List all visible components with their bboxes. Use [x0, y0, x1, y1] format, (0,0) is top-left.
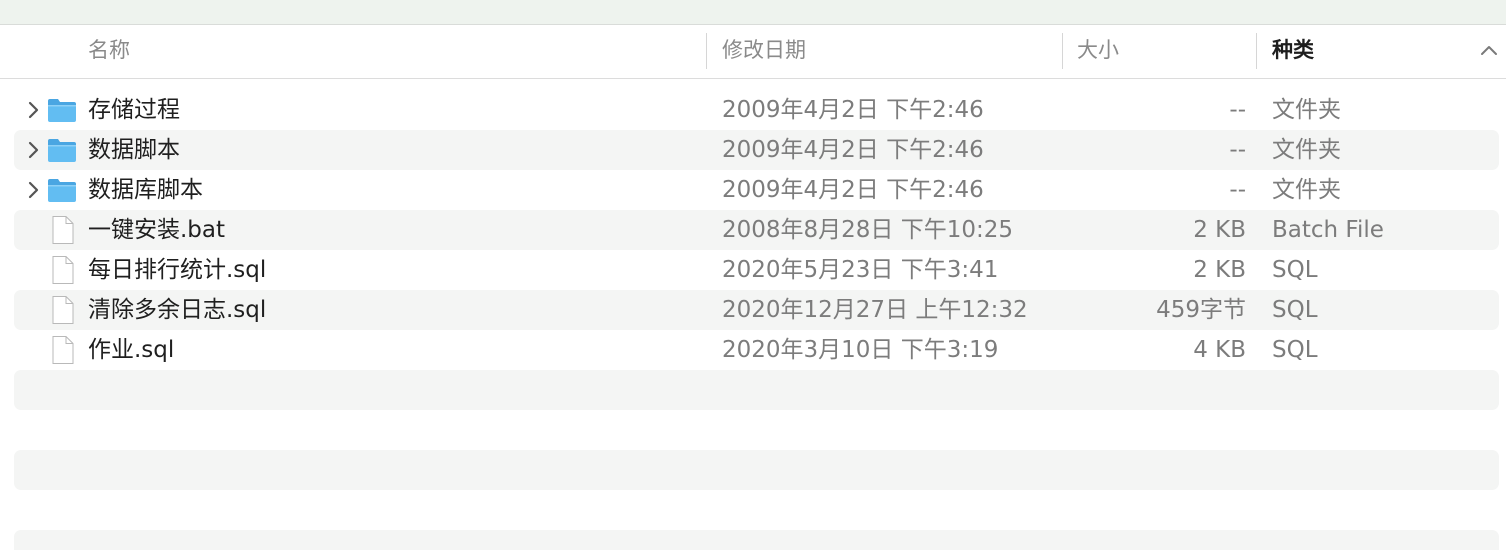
list-item[interactable]: 每日排行统计.sql 2020年5月23日 下午3:41 2 KB SQL [14, 250, 1499, 290]
file-name: 数据脚本 [88, 137, 180, 163]
file-kind: Batch File [1272, 217, 1384, 243]
list-item[interactable]: 存储过程 2009年4月2日 下午2:46 -- 文件夹 [14, 90, 1499, 130]
modified-date: 2009年4月2日 下午2:46 [722, 137, 984, 163]
file-name: 存储过程 [88, 97, 180, 123]
file-name: 清除多余日志.sql [88, 297, 267, 323]
folder-icon [48, 179, 76, 202]
file-size: 2 KB [1193, 217, 1246, 243]
modified-date: 2009年4月2日 下午2:46 [722, 97, 984, 123]
column-divider[interactable] [1062, 33, 1063, 69]
file-name: 每日排行统计.sql [88, 257, 267, 283]
file-kind: 文件夹 [1272, 97, 1341, 123]
file-kind: SQL [1272, 257, 1318, 283]
empty-row-stripe [14, 530, 1499, 550]
modified-date: 2020年12月27日 上午12:32 [722, 297, 1028, 323]
modified-date: 2020年5月23日 下午3:41 [722, 257, 999, 283]
list-item[interactable]: 数据脚本 2009年4月2日 下午2:46 -- 文件夹 [14, 130, 1499, 170]
file-name: 一键安装.bat [88, 217, 226, 243]
column-divider[interactable] [1256, 33, 1257, 69]
column-header-date[interactable]: 修改日期 [722, 25, 806, 78]
list-item[interactable]: 数据库脚本 2009年4月2日 下午2:46 -- 文件夹 [14, 170, 1499, 210]
folder-icon [48, 139, 76, 162]
file-name: 作业.sql [88, 337, 175, 363]
document-icon [52, 296, 74, 324]
file-kind: 文件夹 [1272, 137, 1341, 163]
empty-row-stripe [14, 450, 1499, 490]
document-icon [52, 336, 74, 364]
document-icon [52, 256, 74, 284]
file-size: 2 KB [1193, 257, 1246, 283]
modified-date: 2009年4月2日 下午2:46 [722, 177, 984, 203]
file-size: 459字节 [1156, 297, 1246, 323]
modified-date: 2008年8月28日 下午10:25 [722, 217, 1014, 243]
document-icon [52, 216, 74, 244]
chevron-right-icon[interactable] [22, 99, 44, 121]
column-header-bar: 名称 修改日期 大小 种类 [0, 25, 1506, 79]
folder-icon [48, 99, 76, 122]
list-item[interactable]: 清除多余日志.sql 2020年12月27日 上午12:32 459字节 SQL [14, 290, 1499, 330]
file-size: -- [1229, 137, 1246, 163]
file-kind: SQL [1272, 297, 1318, 323]
chevron-up-icon[interactable] [1478, 39, 1500, 61]
file-kind: SQL [1272, 337, 1318, 363]
empty-row-stripe [14, 370, 1499, 410]
column-divider[interactable] [706, 33, 707, 69]
file-kind: 文件夹 [1272, 177, 1341, 203]
file-size: 4 KB [1193, 337, 1246, 363]
file-name: 数据库脚本 [88, 177, 203, 203]
toolbar-strip [0, 0, 1506, 25]
column-header-size[interactable]: 大小 [1077, 25, 1119, 78]
file-size: -- [1229, 177, 1246, 203]
chevron-right-icon[interactable] [22, 139, 44, 161]
modified-date: 2020年3月10日 下午3:19 [722, 337, 999, 363]
column-header-name[interactable]: 名称 [88, 25, 130, 78]
file-size: -- [1229, 97, 1246, 123]
list-item[interactable]: 一键安装.bat 2008年8月28日 下午10:25 2 KB Batch F… [14, 210, 1499, 250]
list-item[interactable]: 作业.sql 2020年3月10日 下午3:19 4 KB SQL [14, 330, 1499, 370]
finder-list-view: 名称 修改日期 大小 种类 存储过程 2009年4月2日 下午2:46 -- 文… [0, 0, 1506, 550]
chevron-right-icon[interactable] [22, 179, 44, 201]
column-header-kind[interactable]: 种类 [1272, 25, 1314, 78]
